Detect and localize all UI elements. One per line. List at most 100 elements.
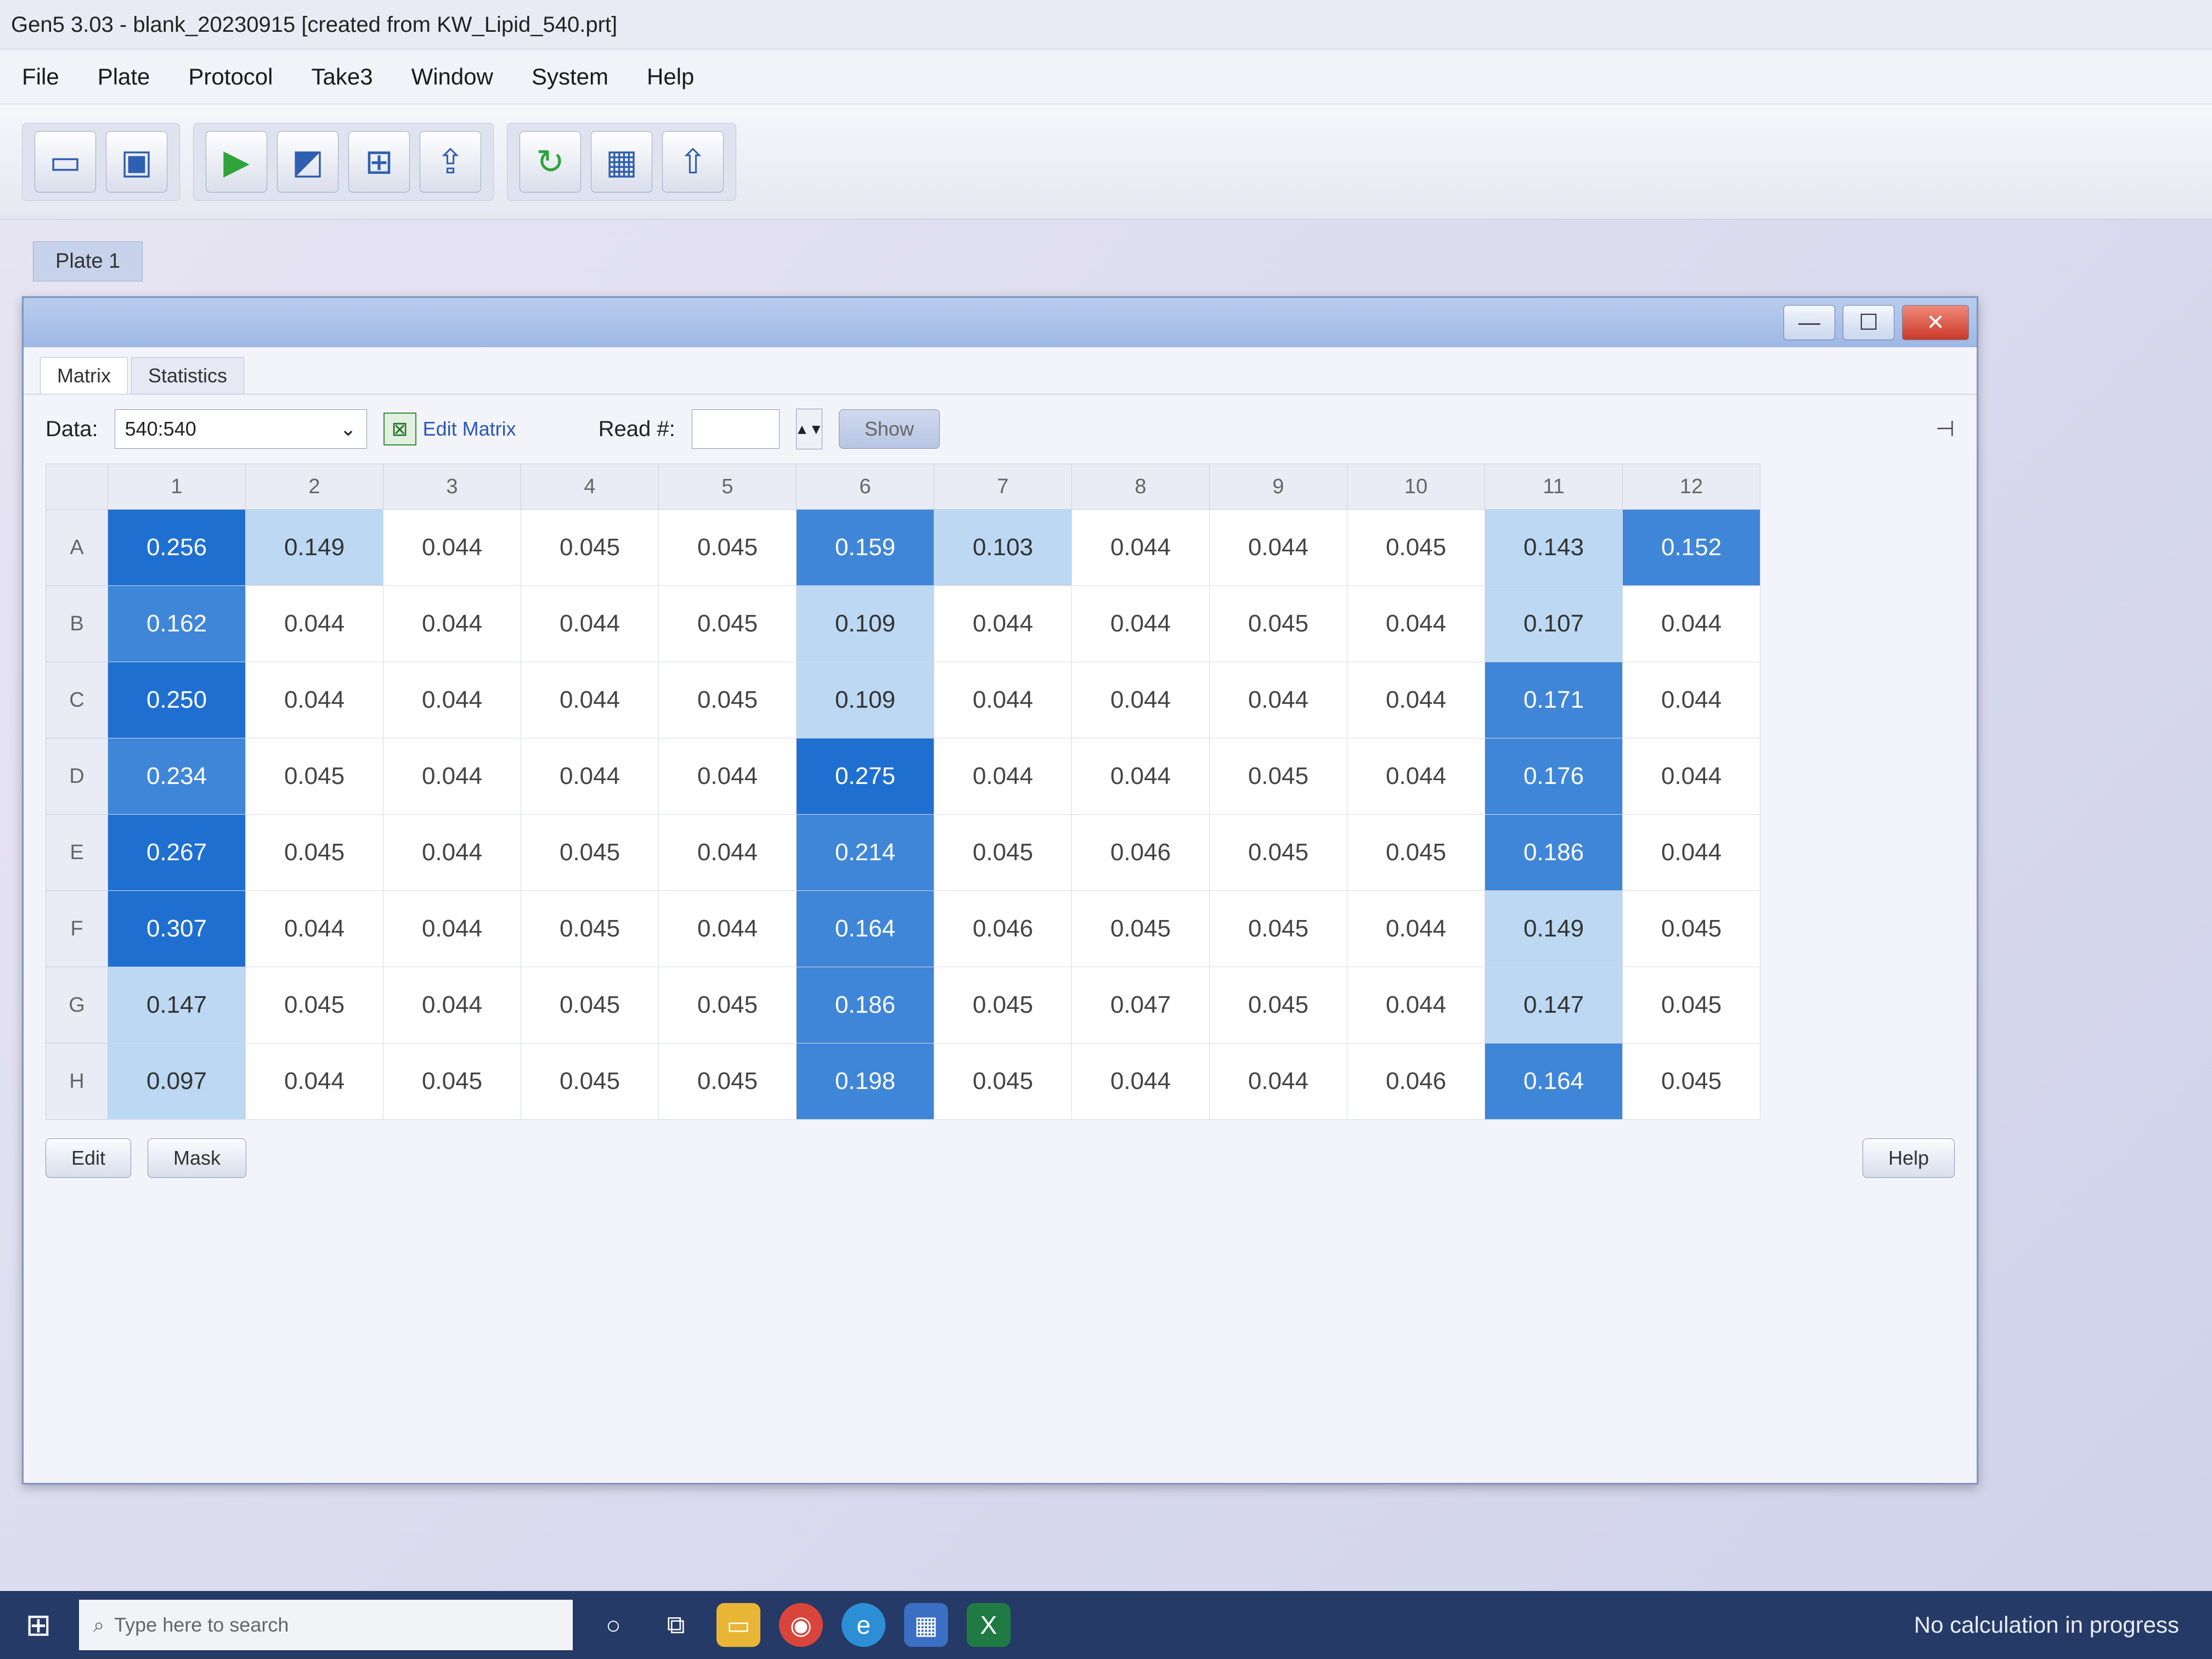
well-cell[interactable]: 0.045 — [658, 967, 797, 1043]
menu-plate[interactable]: Plate — [98, 64, 150, 90]
well-cell[interactable]: 0.045 — [1622, 967, 1760, 1043]
well-cell[interactable]: 0.045 — [521, 890, 659, 967]
well-cell[interactable]: 0.045 — [658, 1043, 797, 1120]
well-cell[interactable]: 0.103 — [934, 509, 1072, 586]
well-cell[interactable]: 0.045 — [1209, 814, 1347, 891]
well-cell[interactable]: 0.044 — [1347, 967, 1485, 1043]
windows-start-icon[interactable]: ⊞ — [16, 1603, 60, 1647]
well-cell[interactable]: 0.044 — [1622, 738, 1760, 815]
edit-button[interactable]: Edit — [46, 1138, 132, 1178]
read-spinner-icon[interactable]: ▲▼ — [795, 409, 823, 449]
well-cell[interactable]: 0.176 — [1485, 738, 1623, 815]
excel-icon[interactable]: X — [967, 1603, 1011, 1647]
well-cell[interactable]: 0.045 — [934, 1043, 1072, 1120]
help-button[interactable]: Help — [1862, 1138, 1955, 1178]
chart-icon[interactable]: ◩ — [277, 131, 338, 193]
well-cell[interactable]: 0.045 — [245, 738, 383, 815]
well-cell[interactable]: 0.044 — [1071, 509, 1210, 586]
well-cell[interactable]: 0.044 — [934, 585, 1072, 662]
save-icon[interactable]: ▣ — [106, 131, 167, 193]
well-cell[interactable]: 0.152 — [1622, 509, 1760, 586]
well-cell[interactable]: 0.044 — [245, 1043, 383, 1120]
well-cell[interactable]: 0.149 — [1485, 890, 1623, 967]
well-cell[interactable]: 0.147 — [1485, 967, 1623, 1043]
data-select[interactable]: 540:540 ⌄ — [114, 409, 367, 449]
export-icon[interactable]: ⇪ — [420, 131, 481, 193]
well-cell[interactable]: 0.044 — [245, 662, 383, 738]
well-cell[interactable]: 0.047 — [1071, 967, 1210, 1043]
well-cell[interactable]: 0.044 — [1071, 738, 1210, 815]
maximize-icon[interactable]: ☐ — [1843, 305, 1894, 340]
taskbar-search[interactable]: ⌕ Type here to search — [79, 1600, 573, 1650]
well-cell[interactable]: 0.044 — [1071, 1043, 1210, 1120]
well-cell[interactable]: 0.044 — [658, 814, 797, 891]
well-cell[interactable]: 0.044 — [1347, 585, 1485, 662]
mask-button[interactable]: Mask — [148, 1138, 247, 1178]
plate-icon[interactable]: ⊞ — [348, 131, 410, 193]
menu-window[interactable]: Window — [411, 64, 493, 90]
well-cell[interactable]: 0.044 — [658, 738, 797, 815]
well-cell[interactable]: 0.044 — [383, 814, 521, 891]
well-cell[interactable]: 0.045 — [934, 814, 1072, 891]
well-cell[interactable]: 0.044 — [383, 738, 521, 815]
well-cell[interactable]: 0.044 — [1347, 890, 1485, 967]
store-icon[interactable]: ▦ — [904, 1603, 948, 1647]
well-cell[interactable]: 0.234 — [108, 738, 246, 815]
well-cell[interactable]: 0.044 — [383, 890, 521, 967]
well-cell[interactable]: 0.046 — [934, 890, 1072, 967]
well-cell[interactable]: 0.045 — [521, 967, 659, 1043]
well-cell[interactable]: 0.044 — [521, 662, 659, 738]
well-cell[interactable]: 0.045 — [1347, 814, 1485, 891]
menu-system[interactable]: System — [532, 64, 608, 90]
well-cell[interactable]: 0.044 — [1209, 509, 1347, 586]
plate-tab[interactable]: Plate 1 — [33, 241, 143, 281]
well-cell[interactable]: 0.186 — [1485, 814, 1623, 891]
well-cell[interactable]: 0.044 — [1209, 1043, 1347, 1120]
well-cell[interactable]: 0.044 — [934, 738, 1072, 815]
edit-matrix-link[interactable]: ⊠ Edit Matrix — [383, 413, 516, 445]
file-explorer-icon[interactable]: ▭ — [716, 1603, 760, 1647]
well-cell[interactable]: 0.147 — [108, 967, 246, 1043]
read-number-input[interactable] — [691, 409, 780, 449]
well-cell[interactable]: 0.164 — [1485, 1043, 1623, 1120]
well-cell[interactable]: 0.044 — [245, 890, 383, 967]
well-cell[interactable]: 0.045 — [658, 662, 797, 738]
well-cell[interactable]: 0.198 — [796, 1043, 934, 1120]
well-cell[interactable]: 0.046 — [1347, 1043, 1485, 1120]
well-cell[interactable]: 0.045 — [934, 967, 1072, 1043]
well-cell[interactable]: 0.044 — [1622, 814, 1760, 891]
grid-icon[interactable]: ▦ — [591, 131, 652, 193]
cortana-icon[interactable]: ○ — [591, 1603, 635, 1647]
pin-icon[interactable]: ⊣ — [1936, 416, 1955, 442]
new-icon[interactable]: ▭ — [35, 131, 96, 193]
well-cell[interactable]: 0.045 — [1209, 738, 1347, 815]
well-cell[interactable]: 0.046 — [1071, 814, 1210, 891]
well-cell[interactable]: 0.045 — [1209, 967, 1347, 1043]
tab-statistics[interactable]: Statistics — [131, 357, 245, 394]
minimize-icon[interactable]: — — [1784, 305, 1835, 340]
well-cell[interactable]: 0.044 — [383, 662, 521, 738]
well-cell[interactable]: 0.109 — [796, 662, 934, 738]
well-cell[interactable]: 0.045 — [658, 509, 797, 586]
well-cell[interactable]: 0.164 — [796, 890, 934, 967]
well-cell[interactable]: 0.044 — [934, 662, 1072, 738]
well-cell[interactable]: 0.045 — [521, 509, 659, 586]
upload-icon[interactable]: ⇧ — [662, 131, 724, 193]
well-cell[interactable]: 0.045 — [245, 814, 383, 891]
well-cell[interactable]: 0.045 — [245, 967, 383, 1043]
show-button[interactable]: Show — [838, 409, 940, 449]
well-cell[interactable]: 0.275 — [796, 738, 934, 815]
well-cell[interactable]: 0.045 — [383, 1043, 521, 1120]
well-cell[interactable]: 0.307 — [108, 890, 246, 967]
well-cell[interactable]: 0.044 — [1347, 738, 1485, 815]
well-cell[interactable]: 0.044 — [1347, 662, 1485, 738]
refresh-icon[interactable]: ↻ — [520, 131, 581, 193]
well-cell[interactable]: 0.045 — [1071, 890, 1210, 967]
well-cell[interactable]: 0.044 — [1071, 662, 1210, 738]
run-icon[interactable]: ▶ — [206, 131, 267, 193]
well-cell[interactable]: 0.044 — [383, 585, 521, 662]
well-cell[interactable]: 0.045 — [1347, 509, 1485, 586]
task-view-icon[interactable]: ⧉ — [654, 1603, 698, 1647]
well-cell[interactable]: 0.045 — [658, 585, 797, 662]
well-cell[interactable]: 0.044 — [1071, 585, 1210, 662]
